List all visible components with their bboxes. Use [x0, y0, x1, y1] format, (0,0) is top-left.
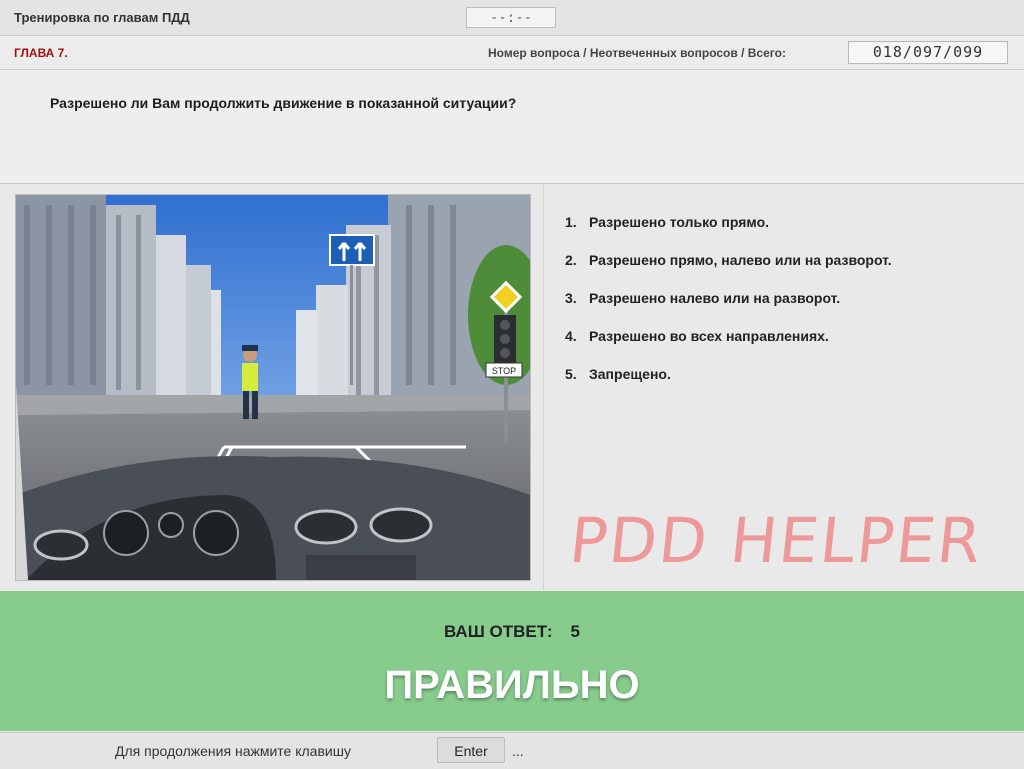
verdict-text: ПРАВИЛЬНО: [384, 663, 640, 707]
continue-hint: Для продолжения нажмите клавишу: [115, 743, 351, 759]
top-bar: Тренировка по главам ПДД --:--: [0, 0, 1024, 36]
question-area: Разрешено ли Вам продолжить движение в п…: [0, 70, 1024, 184]
continue-ellipsis: ...: [512, 743, 524, 759]
question-text: Разрешено ли Вам продолжить движение в п…: [50, 95, 517, 111]
stop-sign-text: STOP: [492, 366, 516, 376]
app-title: Тренировка по главам ПДД: [14, 10, 190, 25]
answer-option-5[interactable]: 5. Запрещено.: [565, 366, 892, 404]
timer-display: --:--: [466, 7, 556, 28]
traffic-scene-image: STOP: [15, 194, 531, 581]
image-panel: STOP: [0, 184, 544, 590]
question-counter-label: Номер вопроса / Неотвеченных вопросов / …: [488, 46, 786, 60]
answer-option-3[interactable]: 3. Разрешено налево или на разворот.: [565, 290, 892, 328]
your-answer-label: ВАШ ОТВЕТ:: [443, 622, 553, 641]
footer-bar: Для продолжения нажмите клавишу Enter ..…: [0, 732, 1024, 769]
question-counter: 018/097/099: [848, 41, 1008, 64]
result-panel: ВАШ ОТВЕТ: 5 ПРАВИЛЬНО: [0, 591, 1024, 731]
info-bar: ГЛАВА 7. Номер вопроса / Неотвеченных во…: [0, 36, 1024, 70]
your-answer-line: ВАШ ОТВЕТ: 5: [0, 622, 1024, 642]
watermark-logo: PDD HELPER: [566, 504, 987, 577]
answer-option-4[interactable]: 4. Разрешено во всех направлениях.: [565, 328, 892, 366]
answer-option-2[interactable]: 2. Разрешено прямо, налево или на разворо…: [565, 252, 892, 290]
answer-list: 1. Разрешено только прямо. 2. Разрешено пр…: [565, 214, 892, 404]
content-area: STOP 1. Разрешено только прямо. 2. Разреше…: [0, 184, 1024, 590]
enter-key-button[interactable]: Enter: [437, 737, 505, 763]
chapter-label: ГЛАВА 7.: [14, 46, 68, 60]
your-answer-value: 5: [570, 622, 581, 641]
answer-option-1[interactable]: 1. Разрешено только прямо.: [565, 214, 892, 252]
